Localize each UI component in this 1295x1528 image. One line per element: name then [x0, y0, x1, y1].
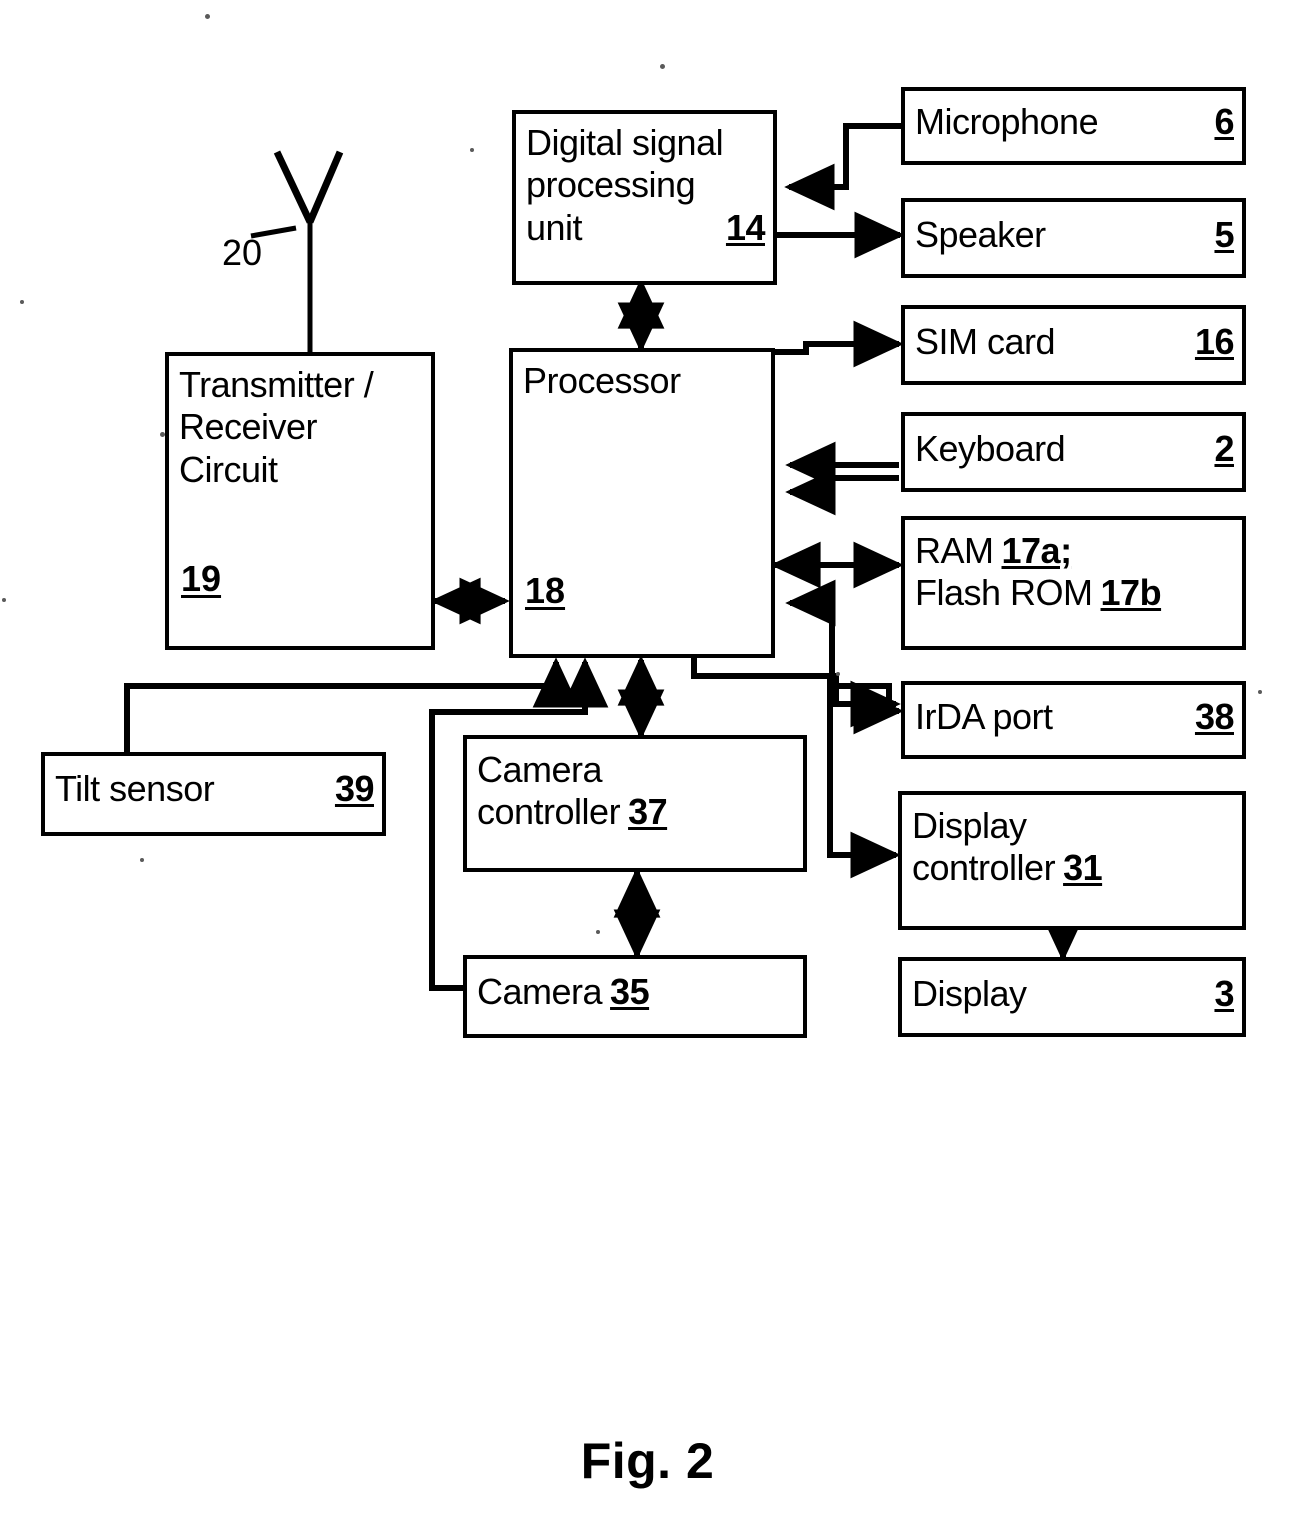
- transceiver-line-3: Circuit: [179, 448, 278, 490]
- block-text: Keyboard 2: [915, 428, 1234, 470]
- keyboard-reference-number: 2: [1214, 428, 1234, 469]
- dsp-reference-number: 14: [725, 206, 766, 248]
- camera-reference-number: 35: [610, 971, 650, 1012]
- block-irda-port[interactable]: IrDA port 38: [901, 681, 1246, 759]
- block-text: Speaker 5: [915, 214, 1234, 256]
- block-text: Display 3: [912, 973, 1234, 1015]
- scan-speck: [836, 672, 840, 676]
- block-text: Digital signal processing unit 14: [526, 122, 766, 249]
- block-sim-card[interactable]: SIM card 16: [901, 305, 1246, 385]
- block-text: SIM card 16: [915, 321, 1235, 363]
- dsp-line-1: Digital signal: [526, 122, 724, 163]
- dsp-line-3: unit: [526, 206, 583, 248]
- block-text: Camera 35: [477, 971, 795, 1013]
- sim-card-reference-number: 16: [1194, 321, 1235, 362]
- block-camera[interactable]: Camera 35: [463, 955, 807, 1038]
- scan-speck: [140, 858, 144, 862]
- camera-label: Camera: [477, 971, 603, 1012]
- block-display[interactable]: Display 3: [898, 957, 1246, 1037]
- tilt-sensor-label: Tilt sensor: [55, 768, 215, 809]
- block-text: Camera controller 37: [477, 749, 795, 834]
- scan-speck: [2, 598, 6, 602]
- ram-reference-number: 17a;: [1001, 530, 1073, 571]
- display-controller-reference-number: 31: [1063, 847, 1103, 889]
- line-keyboard-to-processor-lower: [785, 468, 899, 516]
- figure-caption: Fig. 2: [580, 1433, 715, 1489]
- block-keyboard[interactable]: Keyboard 2: [901, 412, 1246, 492]
- display-controller-line-1: Display: [912, 805, 1027, 846]
- speaker-reference-number: 5: [1214, 214, 1234, 255]
- antenna-arm-right: [306, 150, 344, 224]
- block-text: IrDA port 38: [915, 696, 1235, 738]
- processor-label: Processor: [523, 360, 681, 401]
- speaker-label: Speaker: [915, 214, 1046, 255]
- irda-port-reference-number: 38: [1194, 696, 1235, 737]
- block-text: Tilt sensor 39: [55, 768, 375, 810]
- block-microphone[interactable]: Microphone 6: [901, 87, 1246, 165]
- flash-rom-reference-number: 17b: [1100, 572, 1162, 614]
- block-processor[interactable]: Processor 18: [509, 348, 775, 658]
- block-speaker[interactable]: Speaker 5: [901, 198, 1246, 278]
- flash-rom-label: Flash ROM: [915, 572, 1093, 614]
- scan-speck: [470, 148, 474, 152]
- display-reference-number: 3: [1214, 973, 1234, 1014]
- display-controller-line-2: controller: [912, 847, 1056, 889]
- patent-figure-page: Digital signal processing unit 14 Microp…: [0, 0, 1295, 1528]
- block-camera-controller[interactable]: Camera controller 37: [463, 735, 807, 872]
- transceiver-reference-number: 19: [181, 558, 222, 599]
- block-text: Transmitter / Receiver Circuit: [179, 364, 423, 491]
- keyboard-label: Keyboard: [915, 428, 1066, 469]
- ram-label: RAM: [915, 530, 994, 571]
- line-processor-to-sim: [772, 320, 904, 368]
- block-display-controller[interactable]: Display controller 31: [898, 791, 1246, 930]
- scan-speck: [20, 300, 24, 304]
- microphone-label: Microphone: [915, 101, 1099, 142]
- transceiver-line-1: Transmitter /: [179, 364, 374, 405]
- block-text: RAM 17a; Flash ROM 17b: [915, 530, 1234, 615]
- camera-controller-line-1: Camera: [477, 749, 603, 790]
- scan-speck: [1258, 690, 1262, 694]
- block-transmitter-receiver-circuit[interactable]: Transmitter / Receiver Circuit 19: [165, 352, 435, 650]
- transceiver-line-2: Receiver: [179, 406, 318, 448]
- scan-speck: [660, 64, 665, 69]
- microphone-reference-number: 6: [1214, 101, 1234, 142]
- block-memory[interactable]: RAM 17a; Flash ROM 17b: [901, 516, 1246, 650]
- scan-speck: [596, 930, 600, 934]
- block-tilt-sensor[interactable]: Tilt sensor 39: [41, 752, 386, 836]
- antenna-arm-left: [273, 150, 314, 224]
- block-text: Microphone 6: [915, 101, 1234, 143]
- sim-card-label: SIM card: [915, 321, 1056, 362]
- block-text: Display controller 31: [912, 805, 1234, 890]
- antenna-reference-number: 20: [222, 232, 263, 273]
- dsp-line-2: processing: [526, 164, 696, 206]
- irda-port-label: IrDA port: [915, 696, 1053, 737]
- tilt-sensor-reference-number: 39: [334, 768, 375, 809]
- block-digital-signal-processing-unit[interactable]: Digital signal processing unit 14: [512, 110, 777, 285]
- processor-reference-number: 18: [525, 570, 566, 611]
- scan-speck: [205, 14, 210, 19]
- block-text: Processor: [523, 360, 763, 402]
- camera-controller-reference-number: 37: [628, 791, 668, 833]
- line-bus-to-irda-route: [832, 683, 892, 711]
- display-label: Display: [912, 973, 1027, 1014]
- camera-controller-line-2: controller: [477, 791, 621, 833]
- line-microphone-to-dsp: [784, 123, 903, 211]
